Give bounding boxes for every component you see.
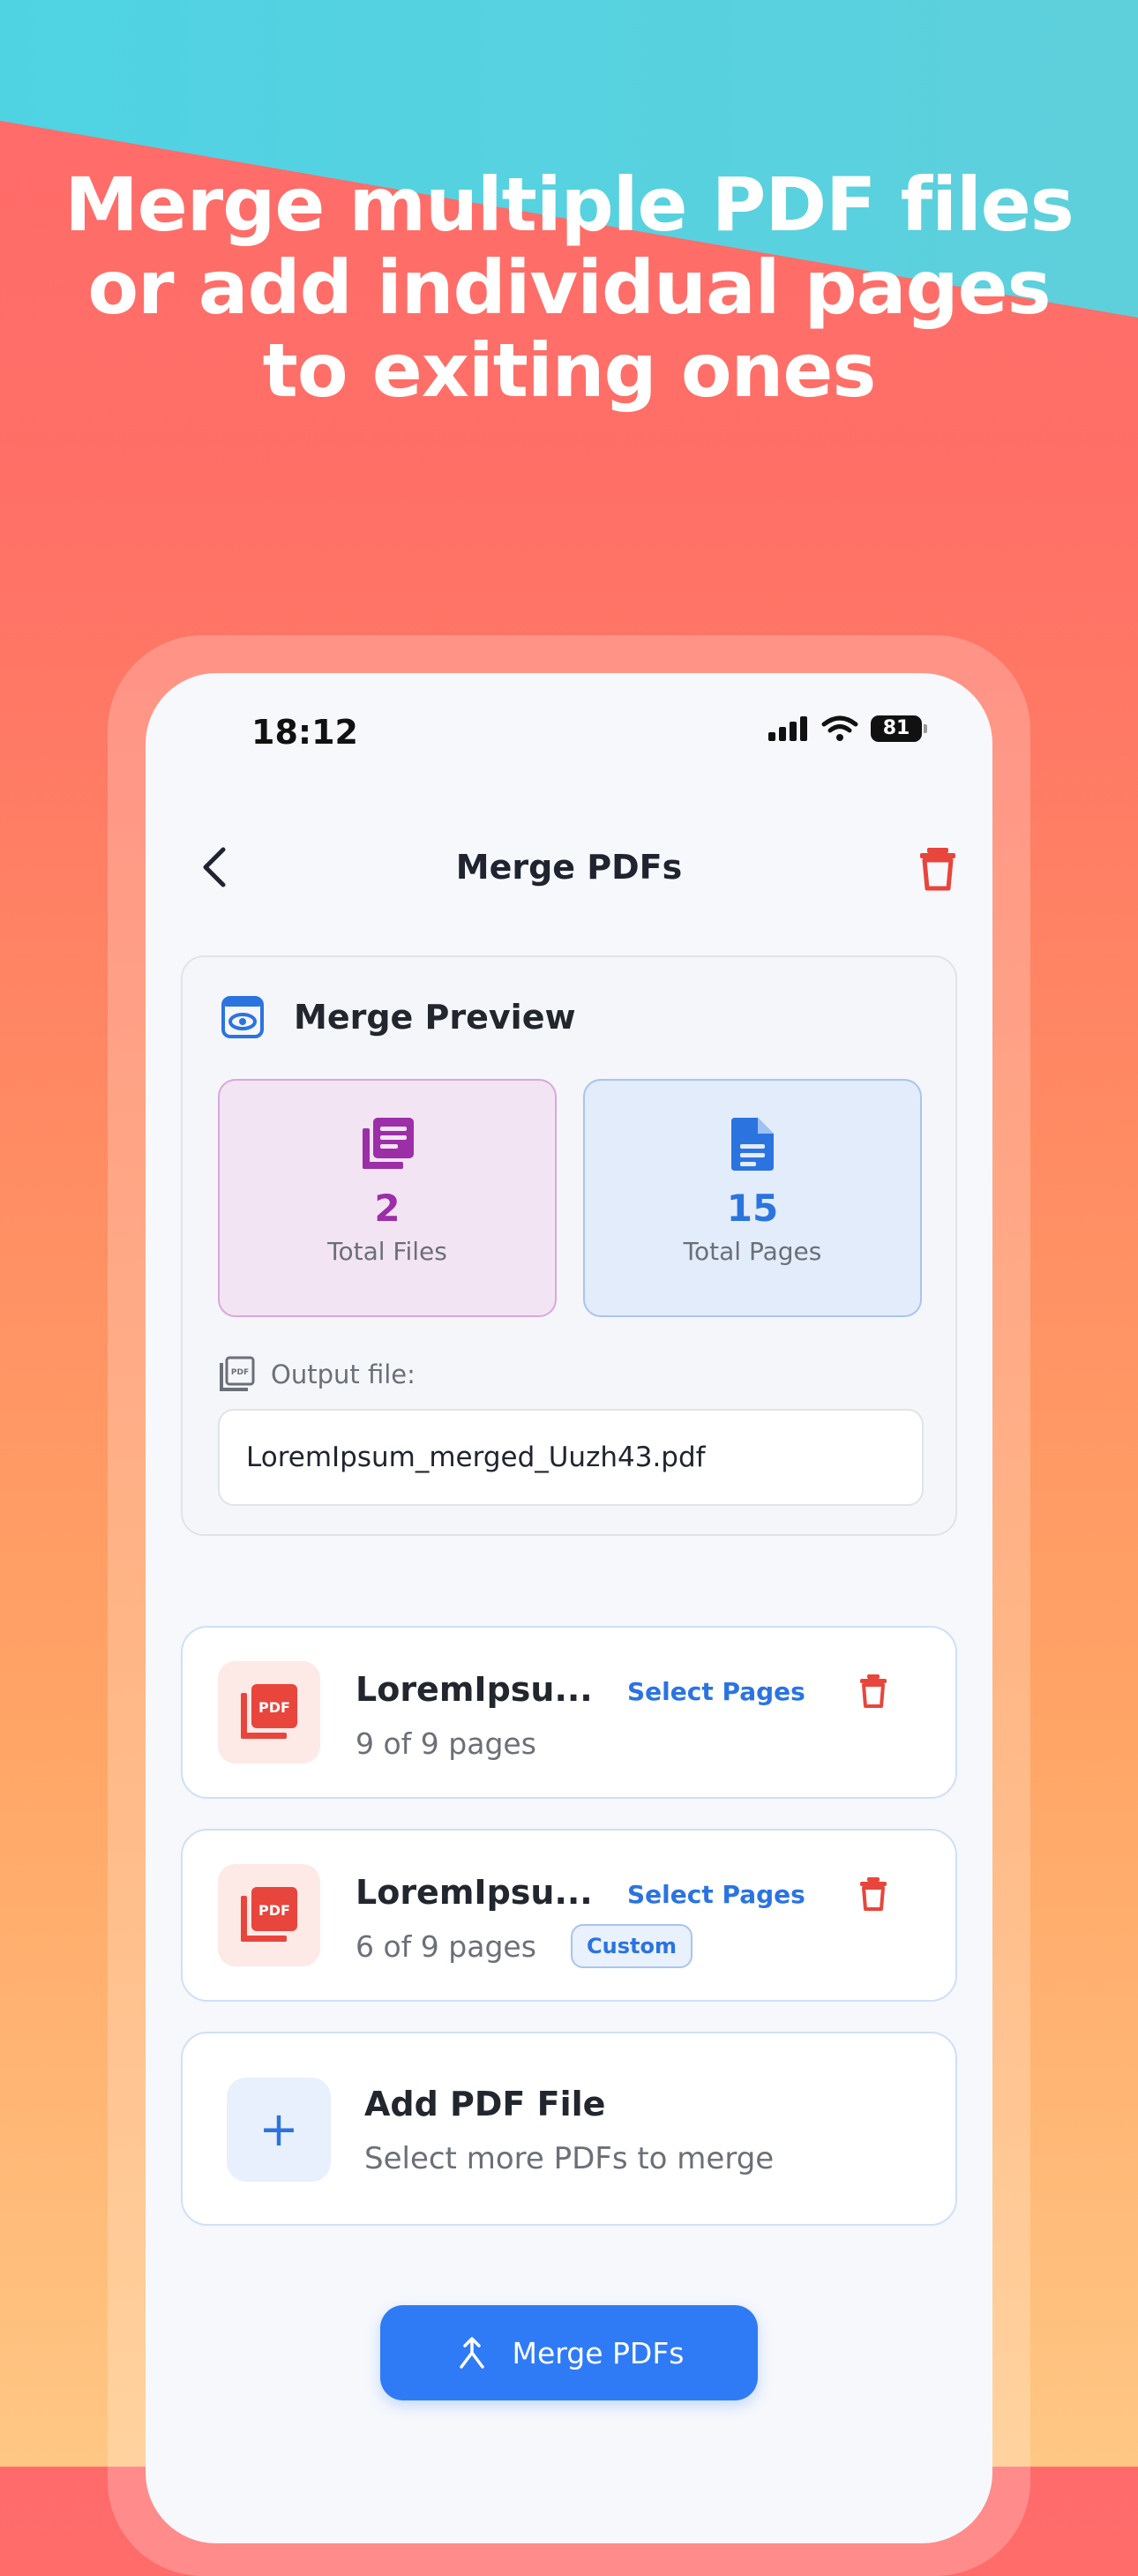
marketing-headline: Merge multiple PDF files or add individu… — [0, 163, 1138, 412]
pdf-file-icon: PDF — [241, 1887, 297, 1942]
library-books-icon — [363, 1118, 414, 1169]
add-pdf-title: Add PDF File — [364, 2085, 606, 2123]
add-pdf-subtitle: Select more PDFs to merge — [364, 2141, 775, 2176]
headline-line-2: or add individual pages — [87, 244, 1051, 331]
total-files-value: 2 — [374, 1187, 401, 1230]
merge-pdfs-button-label: Merge PDFs — [512, 2335, 685, 2370]
pdf-file-icon-box: PDF — [218, 1661, 320, 1764]
merge-preview-title: Merge Preview — [294, 998, 576, 1037]
total-pages-label: Total Pages — [683, 1237, 822, 1266]
total-pages-value: 15 — [726, 1187, 779, 1230]
page-title: Merge PDFs — [455, 848, 683, 887]
pdf-file-page-count: 9 of 9 pages — [356, 1726, 536, 1761]
pdf-file-name: LoremIpsu... — [356, 1873, 593, 1912]
delete-all-trash-icon[interactable] — [911, 841, 964, 894]
merge-preview-header: Merge Preview — [221, 996, 576, 1038]
pdf-file-icon-box: PDF — [218, 1864, 320, 1966]
merge-arrows-icon — [459, 2337, 484, 2369]
status-time: 18:12 — [251, 713, 358, 752]
pdf-file-icon: PDF — [241, 1684, 297, 1739]
wifi-icon — [821, 715, 858, 741]
custom-selection-badge: Custom — [571, 1924, 693, 1968]
pdf-file-name: LoremIpsu... — [356, 1670, 593, 1709]
select-pages-button[interactable]: Select Pages — [627, 1677, 805, 1706]
pdf-file-card-2[interactable]: PDF LoremIpsu... 6 of 9 pages Custom Sel… — [181, 1829, 957, 2002]
battery-icon: 81 — [871, 715, 927, 742]
pdf-file-outline-icon: PDF — [220, 1356, 255, 1391]
output-filename-field[interactable]: LoremIpsum_merged_Uuzh43.pdf — [218, 1409, 924, 1506]
headline-line-3: to exiting ones — [262, 327, 877, 414]
add-pdf-file-card[interactable]: + Add PDF File Select more PDFs to merge — [181, 2032, 957, 2226]
total-files-label: Total Files — [327, 1237, 447, 1266]
headline-line-1: Merge multiple PDF files — [64, 161, 1074, 248]
status-bar: 18:12 81 — [146, 673, 992, 770]
output-file-row: PDF Output file: — [218, 1356, 416, 1393]
output-file-label: Output file: — [271, 1359, 416, 1389]
phone-screen: 18:12 81 Merge PDFs Merge Preview 2 Tota… — [146, 673, 992, 2543]
status-icons: 81 — [768, 715, 927, 742]
pdf-file-card-1[interactable]: PDF LoremIpsu... 9 of 9 pages Select Pag… — [181, 1626, 957, 1799]
merge-preview-card: Merge Preview 2 Total Files 15 Total Pag… — [181, 955, 957, 1536]
eye-preview-icon — [221, 996, 264, 1038]
pdf-icon-text: PDF — [258, 1699, 290, 1716]
total-pages-stat: 15 Total Pages — [583, 1079, 922, 1317]
remove-file-trash-icon[interactable] — [855, 1875, 892, 1912]
pdf-icon-text: PDF — [231, 1368, 249, 1377]
select-pages-button[interactable]: Select Pages — [627, 1880, 805, 1909]
pdf-file-page-count: 6 of 9 pages — [356, 1929, 536, 1964]
add-plus-icon: + — [227, 2078, 331, 2182]
pdf-icon-text: PDF — [258, 1902, 290, 1919]
total-files-stat: 2 Total Files — [218, 1079, 557, 1317]
navigation-bar: Merge PDFs — [146, 823, 992, 911]
remove-file-trash-icon[interactable] — [855, 1672, 892, 1709]
cellular-signal-icon — [768, 716, 807, 741]
document-icon — [731, 1118, 774, 1171]
merge-pdfs-button[interactable]: Merge PDFs — [380, 2305, 758, 2400]
